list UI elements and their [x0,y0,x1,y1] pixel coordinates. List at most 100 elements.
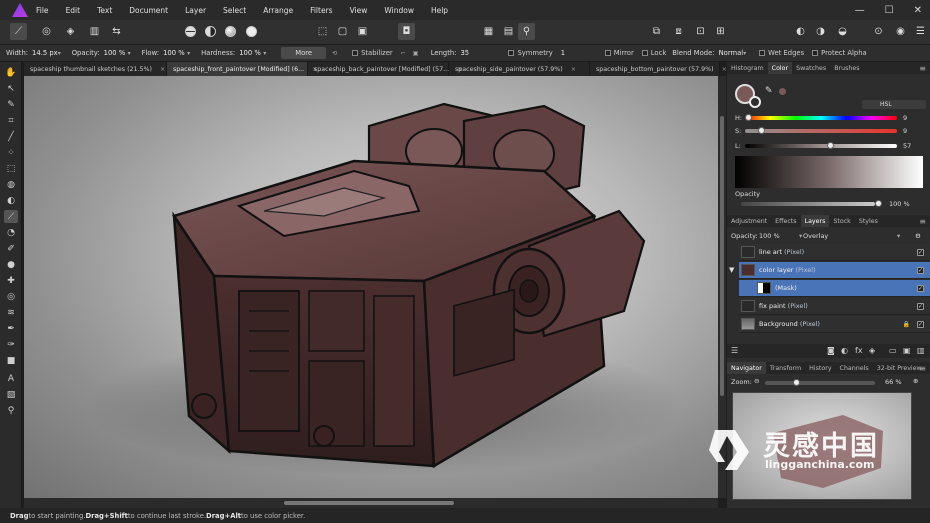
close-icon[interactable]: × [571,66,576,73]
layer-opacity-dropdown-icon[interactable]: ▾ [799,232,802,240]
marquee-selection-icon[interactable]: ⬚ [314,23,331,40]
align-icon[interactable]: ⧉ [648,23,665,40]
view-tool-icon[interactable]: ✋ [4,66,18,79]
saturation-slider[interactable] [745,129,897,133]
maximize-button[interactable]: ☐ [885,5,894,16]
rgb-icon[interactable]: ◑ [812,23,829,40]
tab-layers[interactable]: Layers [800,215,830,227]
crop-icon[interactable]: ⊞ [712,23,729,40]
pen-tool-icon[interactable]: ✒ [4,322,18,335]
window-mode-icon[interactable]: ▣ [413,50,425,57]
horizontal-scrollbar[interactable] [24,498,718,508]
saturation-slider-knob[interactable] [758,127,765,134]
layer-blend-dropdown-icon[interactable]: ▾ [897,232,900,240]
layer-stack-icon[interactable]: ☰ [731,346,738,355]
width-field[interactable]: 14.5 px [32,49,58,57]
grid-icon[interactable]: ▤ [500,23,517,40]
crop-tool-icon[interactable]: ⌗ [4,114,18,127]
develop-persona-icon[interactable]: ◈ [62,23,79,40]
selection-brush-tool-icon[interactable]: ⁘ [4,146,18,159]
quick-mask-icon[interactable]: ◘ [398,23,415,40]
menu-edit[interactable]: Edit [66,6,81,15]
settings-icon[interactable]: ☰ [912,23,929,40]
color-opacity-value[interactable]: 100 % [889,200,910,208]
hardness-field[interactable]: 100 % [239,49,263,57]
menu-help[interactable]: Help [431,6,448,15]
selection-subtract-icon[interactable]: ▣ [354,23,371,40]
arrange-icon[interactable]: ⧈ [670,23,687,40]
tone-mapping-persona-icon[interactable]: ▥ [86,23,103,40]
tab-stock[interactable]: Stock [829,215,854,227]
layer-visibility-checkbox[interactable]: ✓ [917,266,924,274]
assistant-icon[interactable]: ⚲ [518,23,535,40]
add-layer-icon[interactable]: ▣ [903,346,911,355]
layer-visibility-checkbox[interactable]: ✓ [917,248,924,256]
menu-text[interactable]: Text [97,6,112,15]
opacity-dropdown-icon[interactable]: ▾ [128,50,136,57]
panel-menu-icon[interactable]: ≡ [919,364,926,373]
menu-layer[interactable]: Layer [185,6,206,15]
zoom-in-icon[interactable]: ⊕ [913,377,918,385]
layer-row[interactable]: line art (Pixel) ✓ [739,244,930,261]
flow-dropdown-icon[interactable]: ▾ [187,50,195,57]
symmetry-field[interactable]: 1 [561,49,597,57]
auto-white-balance-icon[interactable] [243,23,260,40]
healing-tool-icon[interactable]: ✚ [4,274,18,287]
menu-view[interactable]: View [350,6,368,15]
horizontal-scroll-thumb[interactable] [284,501,454,505]
lightness-slider[interactable] [745,144,897,148]
close-icon[interactable]: × [160,66,165,73]
width-dropdown-icon[interactable]: ▾ [58,50,66,57]
menu-file[interactable]: File [36,6,49,15]
tab-channels[interactable]: Channels [836,362,873,374]
layer-settings-icon[interactable]: ⚙ [915,232,921,240]
tab-navigator[interactable]: Navigator [727,362,766,374]
color-preview-bar[interactable] [735,156,923,188]
stabilizer-checkbox[interactable] [352,50,359,56]
tab-transform[interactable]: Transform [766,362,805,374]
snapping-icon[interactable]: ▦ [480,23,497,40]
zoom-tool-icon[interactable]: ⚲ [4,404,18,417]
hardness-dropdown-icon[interactable]: ▾ [263,50,271,57]
l-value[interactable]: 57 [903,142,911,150]
hue-slider[interactable] [745,116,897,120]
fx-icon[interactable]: fx [855,346,863,355]
export-persona-icon[interactable]: ⇆ [108,23,125,40]
selection-add-icon[interactable]: ▢ [334,23,351,40]
s-value[interactable]: 9 [903,127,907,135]
wet-edges-checkbox[interactable] [759,50,766,56]
hsl-icon[interactable]: ◒ [834,23,851,40]
tab-side-paintover[interactable]: spaceship_side_paintover (57.9%) × [449,62,590,76]
menu-document[interactable]: Document [129,6,168,15]
tab-styles[interactable]: Styles [855,215,882,227]
hue-slider-knob[interactable] [745,114,752,121]
auto-colors-icon[interactable] [222,23,239,40]
tab-color[interactable]: Color [767,62,793,74]
blur-tool-icon[interactable]: ● [4,258,18,271]
zoom-value[interactable]: 66 % [885,378,902,386]
mirror-checkbox[interactable] [604,50,611,56]
eyedropper-icon[interactable]: ✎ [765,86,773,96]
color-picker-tool-icon[interactable]: ✎ [4,98,18,111]
layer-row[interactable]: fix paint (Pixel) ✓ [739,298,930,315]
color-opacity-slider[interactable] [741,202,875,206]
tab-history[interactable]: History [805,362,835,374]
panel-menu-icon[interactable]: ≡ [919,217,926,226]
mask-layer-icon[interactable]: ◙ [827,346,835,355]
opacity-field[interactable]: 100 % [104,49,128,57]
zoom-out-icon[interactable]: ⊖ [754,377,759,385]
shape-tool-icon[interactable]: ■ [4,354,18,367]
zoom-slider[interactable] [765,381,875,385]
tab-bottom-paintover[interactable]: spaceship_bottom_paintover (57.9%) × [590,62,727,76]
liquify-persona-icon[interactable]: ◎ [38,23,55,40]
panel-menu-icon[interactable]: ≡ [919,64,926,73]
menu-filters[interactable]: Filters [310,6,332,15]
live-filter-icon[interactable]: ◈ [869,346,875,355]
more-button[interactable]: More [281,47,327,59]
tab-front-paintover[interactable]: spaceship_front_paintover [Modified] (6.… [167,62,317,76]
gradient-tool-icon[interactable]: ◐ [4,194,18,207]
user-account-icon[interactable]: ◉ [892,23,909,40]
color-model-select[interactable]: HSL [862,100,926,109]
lightness-slider-knob[interactable] [827,142,834,149]
transform-icon[interactable]: ⊡ [692,23,709,40]
